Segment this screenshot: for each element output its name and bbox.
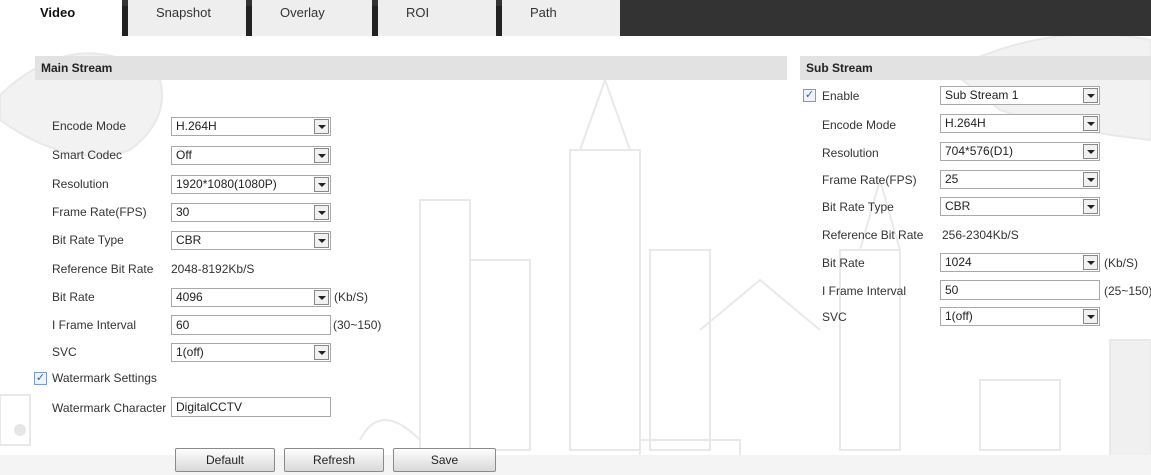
- sub-iframe-input[interactable]: 50: [940, 280, 1100, 300]
- main-frame-rate-value: 30: [176, 205, 190, 219]
- chevron-down-icon[interactable]: [314, 345, 329, 360]
- sub-resolution-select[interactable]: 704*576(D1): [940, 142, 1100, 161]
- sub-bit-rate-label: Bit Rate: [822, 256, 865, 270]
- sub-bit-rate-select[interactable]: 1024: [940, 253, 1100, 272]
- tab-snapshot[interactable]: Snapshot: [128, 0, 246, 36]
- main-smart-codec-select[interactable]: Off: [171, 146, 331, 165]
- chevron-down-icon[interactable]: [1083, 199, 1098, 214]
- sub-ref-bitrate-value: 256-2304Kb/S: [942, 228, 1019, 242]
- tab-overlay[interactable]: Overlay: [252, 0, 372, 36]
- main-frame-rate-label: Frame Rate(FPS): [52, 205, 147, 219]
- chevron-down-icon[interactable]: [1083, 172, 1098, 187]
- main-encode-mode-value: H.264H: [176, 119, 217, 133]
- sub-stream-value: Sub Stream 1: [945, 88, 1019, 102]
- sub-frame-rate-label: Frame Rate(FPS): [822, 173, 917, 187]
- main-stream-header: Main Stream: [35, 56, 787, 80]
- main-svc-select[interactable]: 1(off): [171, 343, 331, 362]
- refresh-button[interactable]: Refresh: [284, 448, 384, 472]
- sub-frame-rate-value: 25: [945, 172, 959, 186]
- tab-roi[interactable]: ROI: [378, 0, 496, 36]
- chevron-down-icon[interactable]: [1083, 116, 1098, 131]
- main-iframe-range: (30~150): [333, 318, 382, 332]
- check-mark-icon: ✓: [804, 89, 815, 101]
- sub-encode-mode-value: H.264H: [945, 116, 986, 130]
- check-mark-icon: ✓: [35, 372, 46, 384]
- main-smart-codec-value: Off: [176, 148, 192, 162]
- main-frame-rate-select[interactable]: 30: [171, 203, 331, 222]
- sub-svc-value: 1(off): [945, 309, 973, 323]
- sub-bit-rate-type-label: Bit Rate Type: [822, 200, 894, 214]
- watermark-settings-label: Watermark Settings: [52, 371, 157, 385]
- chevron-down-icon[interactable]: [314, 233, 329, 248]
- default-button[interactable]: Default: [175, 448, 275, 472]
- sub-encode-mode-select[interactable]: H.264H: [940, 114, 1100, 133]
- main-resolution-select[interactable]: 1920*1080(1080P): [171, 175, 331, 194]
- sub-bit-rate-value: 1024: [945, 255, 972, 269]
- main-resolution-value: 1920*1080(1080P): [176, 177, 277, 191]
- chevron-down-icon[interactable]: [1083, 88, 1098, 103]
- watermark-character-label: Watermark Character: [52, 401, 167, 415]
- chevron-down-icon[interactable]: [314, 119, 329, 134]
- main-iframe-label: I Frame Interval: [52, 318, 137, 332]
- main-bit-rate-type-label: Bit Rate Type: [52, 233, 124, 247]
- chevron-down-icon[interactable]: [314, 205, 329, 220]
- sub-enable-label: Enable: [822, 89, 860, 103]
- sub-stream-header: Sub Stream: [800, 56, 1151, 80]
- sub-iframe-range: (25~150): [1104, 284, 1151, 298]
- sub-resolution-label: Resolution: [822, 146, 879, 160]
- watermark-checkbox[interactable]: ✓: [34, 372, 47, 385]
- sub-enable-checkbox[interactable]: ✓: [803, 89, 816, 102]
- chevron-down-icon[interactable]: [1083, 255, 1098, 270]
- main-smart-codec-label: Smart Codec: [52, 148, 123, 162]
- sub-bit-rate-type-value: CBR: [945, 199, 971, 213]
- main-bit-rate-value: 4096: [176, 290, 203, 304]
- chevron-down-icon[interactable]: [314, 177, 329, 192]
- main-encode-mode-select[interactable]: H.264H: [171, 117, 331, 136]
- sub-bit-rate-type-select[interactable]: CBR: [940, 197, 1100, 216]
- main-svc-value: 1(off): [176, 345, 204, 359]
- main-bit-rate-select[interactable]: 4096: [171, 288, 331, 307]
- sub-svc-label: SVC: [822, 310, 847, 324]
- sub-ref-bitrate-label: Reference Bit Rate: [822, 228, 924, 242]
- tab-video[interactable]: Video: [18, 0, 122, 36]
- tab-path[interactable]: Path: [502, 0, 620, 36]
- main-ref-bitrate-value: 2048-8192Kb/S: [171, 262, 255, 276]
- main-bit-rate-label: Bit Rate: [52, 290, 95, 304]
- chevron-down-icon[interactable]: [1083, 309, 1098, 324]
- sub-encode-mode-label: Encode Mode: [822, 118, 897, 132]
- main-svc-label: SVC: [52, 345, 77, 359]
- sub-bit-rate-unit: (Kb/S): [1104, 256, 1139, 270]
- sub-svc-select[interactable]: 1(off): [940, 307, 1100, 326]
- main-bit-rate-unit: (Kb/S): [334, 290, 369, 304]
- main-iframe-input[interactable]: 60: [171, 315, 331, 335]
- main-bit-rate-type-value: CBR: [176, 233, 202, 247]
- main-bit-rate-type-select[interactable]: CBR: [171, 231, 331, 250]
- main-ref-bitrate-label: Reference Bit Rate: [52, 262, 154, 276]
- watermark-character-input[interactable]: DigitalCCTV: [171, 397, 331, 417]
- main-encode-mode-label: Encode Mode: [52, 119, 127, 133]
- sub-iframe-label: I Frame Interval: [822, 284, 907, 298]
- sub-frame-rate-select[interactable]: 25: [940, 170, 1100, 189]
- sub-resolution-value: 704*576(D1): [945, 144, 1014, 158]
- main-resolution-label: Resolution: [52, 177, 109, 191]
- chevron-down-icon[interactable]: [314, 148, 329, 163]
- save-button[interactable]: Save: [393, 448, 496, 472]
- sub-stream-select[interactable]: Sub Stream 1: [940, 86, 1100, 105]
- chevron-down-icon[interactable]: [1083, 144, 1098, 159]
- chevron-down-icon[interactable]: [314, 290, 329, 305]
